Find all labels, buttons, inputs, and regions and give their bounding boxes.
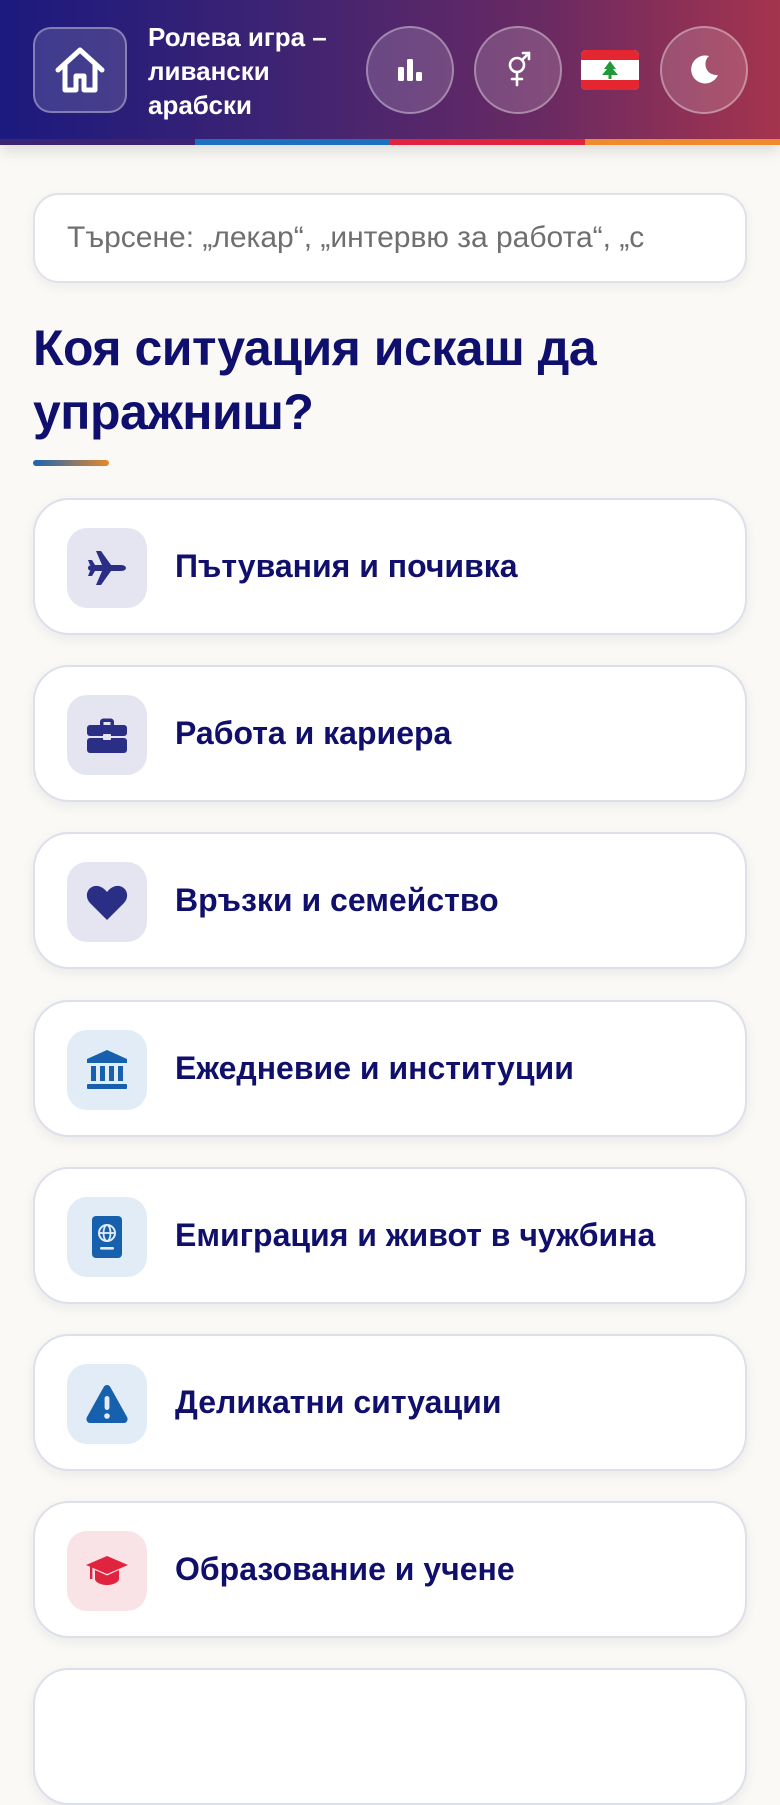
stats-button[interactable] bbox=[366, 26, 454, 114]
passport-icon bbox=[92, 1216, 122, 1258]
heading-underline bbox=[33, 460, 109, 466]
app-title: Ролева игра – ливански арабски bbox=[148, 22, 327, 120]
home-button[interactable] bbox=[33, 27, 127, 113]
category-icon-tile bbox=[67, 1030, 147, 1110]
category-card-travel[interactable]: Пътувания и почивка bbox=[33, 498, 747, 635]
graduation-cap-icon bbox=[86, 1556, 128, 1585]
warning-icon bbox=[86, 1385, 128, 1423]
category-label: Образование и учене bbox=[175, 1551, 515, 1587]
category-label: Работа и кариера bbox=[175, 715, 452, 751]
lebanon-flag-icon bbox=[581, 50, 639, 90]
category-card-education[interactable]: Образование и учене bbox=[33, 1501, 747, 1638]
category-card-work[interactable]: Работа и кариера bbox=[33, 665, 747, 802]
briefcase-icon bbox=[87, 718, 127, 753]
search-input[interactable] bbox=[35, 195, 745, 281]
category-card-delicate[interactable]: Деликатни ситуации bbox=[33, 1334, 747, 1471]
header-color-stripe bbox=[0, 139, 780, 145]
category-icon-tile bbox=[67, 1364, 147, 1444]
gender-button[interactable] bbox=[474, 26, 562, 114]
category-label: Емиграция и живот в чужбина bbox=[175, 1217, 656, 1253]
category-card-relationships[interactable]: Връзки и семейство bbox=[33, 832, 747, 969]
category-label: Деликатни ситуации bbox=[175, 1384, 502, 1420]
gender-icon bbox=[508, 51, 531, 87]
app-header: Ролева игра – ливански арабски bbox=[0, 0, 780, 145]
airplane-icon bbox=[88, 551, 126, 585]
language-flag-button[interactable] bbox=[580, 45, 640, 95]
category-card-partial[interactable] bbox=[33, 1668, 747, 1805]
category-label: Пътувания и почивка bbox=[175, 548, 518, 584]
search-box[interactable] bbox=[33, 193, 747, 283]
category-icon-tile bbox=[67, 1197, 147, 1277]
category-label: Ежедневие и институции bbox=[175, 1050, 574, 1086]
building-columns-icon bbox=[87, 1050, 127, 1089]
category-icon-tile bbox=[67, 695, 147, 775]
dark-mode-toggle[interactable] bbox=[660, 26, 748, 114]
bar-chart-icon bbox=[398, 59, 422, 81]
category-icon-tile bbox=[67, 528, 147, 608]
category-card-daily-life[interactable]: Ежедневие и институции bbox=[33, 1000, 747, 1137]
page-heading: Коя ситуация искаш да упражниш? bbox=[33, 320, 597, 440]
category-label: Връзки и семейство bbox=[175, 882, 499, 918]
heart-icon bbox=[86, 885, 128, 920]
home-icon bbox=[55, 47, 105, 93]
category-icon-tile bbox=[67, 1531, 147, 1611]
category-icon-tile bbox=[67, 862, 147, 942]
moon-icon bbox=[691, 55, 718, 84]
category-card-emigration[interactable]: Емиграция и живот в чужбина bbox=[33, 1167, 747, 1304]
